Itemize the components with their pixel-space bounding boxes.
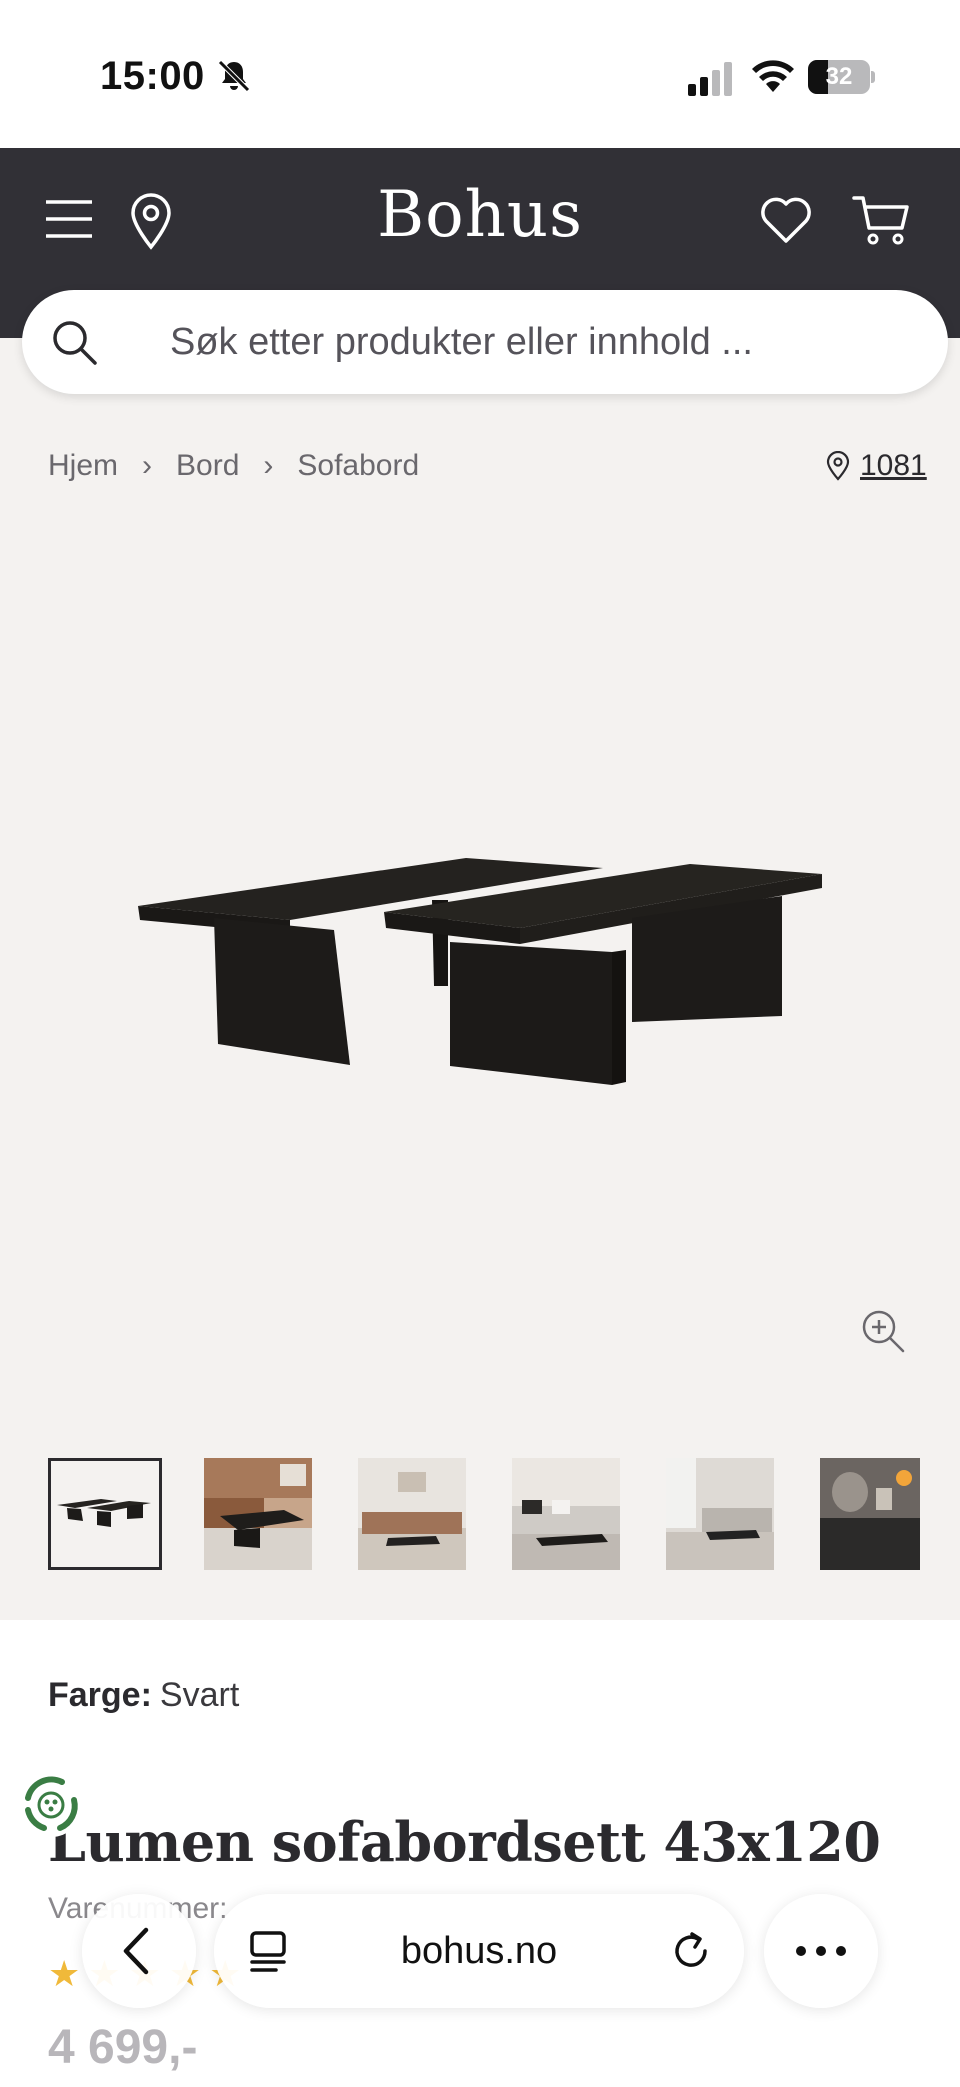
wifi-icon [752, 60, 794, 92]
browser-more-button[interactable] [764, 1894, 878, 2008]
eco-recycle-icon[interactable] [16, 1770, 86, 1840]
product-title: Lumen sofabordsett 43x120 [48, 1810, 881, 1874]
thumbnail-image-bright-room [666, 1458, 774, 1570]
search-input[interactable] [170, 312, 910, 372]
thumbnail-image-grey-sofa [512, 1458, 620, 1570]
thumbnail-2[interactable] [358, 1458, 466, 1570]
more-icon [796, 1946, 846, 1956]
thumbnail-4[interactable] [666, 1458, 774, 1570]
site-logo[interactable]: Bohus [0, 178, 960, 252]
thumbnail-1[interactable] [204, 1458, 312, 1570]
product-info: Farge:Svart Lumen sofabordsett 43x120 Va… [0, 1620, 960, 2087]
browser-domain[interactable]: bohus.no [214, 1894, 744, 2008]
battery-icon: 32 [808, 60, 876, 94]
store-selector[interactable]: 1081 [826, 446, 927, 486]
breadcrumb: Hjem › Bord › Sofabord [48, 446, 419, 486]
thumbnail-3[interactable] [512, 1458, 620, 1570]
breadcrumb-item-sofabord[interactable]: Sofabord [297, 449, 419, 483]
breadcrumb-item-hjem[interactable]: Hjem [48, 449, 118, 483]
bell-muted-icon [218, 60, 250, 92]
heart-icon[interactable] [760, 196, 812, 244]
location-pin-icon [826, 451, 850, 481]
browser-address-bar[interactable]: bohus.no [214, 1894, 744, 2008]
color-selector[interactable]: Farge: Svart [48, 1676, 239, 1715]
battery-cell: 32 [808, 60, 870, 94]
search-icon[interactable] [50, 318, 98, 366]
thumbnail-5[interactable] [820, 1458, 920, 1570]
thumbnail-image-living-room-brown-sofa [204, 1458, 312, 1570]
browser-back-button[interactable] [82, 1894, 196, 2008]
color-value: Svart [159, 1676, 240, 1714]
thumbnail-image-table-decor [820, 1458, 920, 1570]
status-time: 15:00 [100, 54, 205, 98]
thumbnail-image-tables [51, 1461, 159, 1567]
zoom-icon[interactable] [860, 1308, 906, 1354]
chevron-right-icon: › [142, 449, 153, 482]
thumbnail-image-living-room-wall [358, 1458, 466, 1570]
star-icon: ★ [48, 1953, 81, 1994]
thumbnail-0[interactable] [48, 1458, 162, 1570]
reload-icon[interactable] [670, 1930, 712, 1972]
status-bar: 15:00 32 [0, 0, 960, 148]
cart-icon[interactable] [852, 194, 910, 246]
back-chevron-icon [123, 1927, 149, 1975]
product-image[interactable] [0, 510, 960, 1410]
search-bar[interactable] [22, 290, 948, 394]
chevron-right-icon: › [263, 449, 274, 482]
store-code[interactable]: 1081 [860, 449, 927, 483]
cellular-signal-icon [688, 62, 732, 96]
battery-level: 32 [825, 63, 853, 90]
breadcrumb-item-bord[interactable]: Bord [176, 449, 239, 483]
color-label: Farge: [48, 1676, 152, 1714]
battery-nub [871, 71, 875, 83]
product-price: 4 699,- [48, 2021, 198, 2074]
